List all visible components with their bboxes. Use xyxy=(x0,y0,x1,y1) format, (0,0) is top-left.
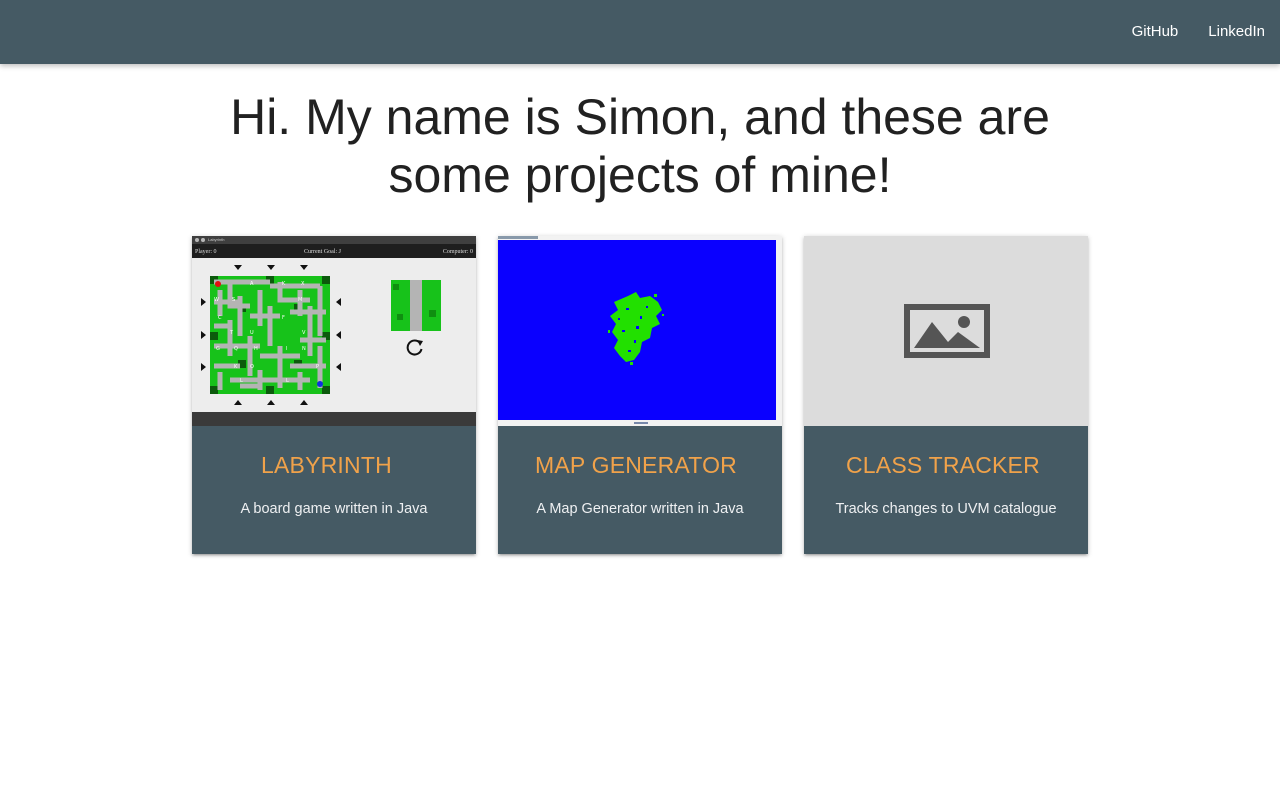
card-description: Tracks changes to UVM catalogue xyxy=(835,501,1057,517)
card-description: A board game written in Java xyxy=(240,501,428,517)
project-card-map-generator[interactable]: MAP GENERATOR A Map Generator written in… xyxy=(498,236,782,554)
nav-links: GitHub LinkedIn xyxy=(1117,0,1280,64)
project-card-class-tracker[interactable]: CLASS TRACKER Tracks changes to UVM cata… xyxy=(804,236,1088,554)
image-placeholder-icon xyxy=(904,304,990,358)
page-heading: Hi. My name is Simon, and these are some… xyxy=(140,88,1140,204)
screenshot-status-text xyxy=(634,422,648,424)
labyrinth-spare-tile xyxy=(391,280,441,331)
top-navbar: GitHub LinkedIn xyxy=(0,0,1280,64)
generated-island xyxy=(608,292,664,365)
card-title[interactable]: MAP GENERATOR xyxy=(535,452,737,478)
screenshot-footer xyxy=(192,412,476,426)
card-title[interactable]: CLASS TRACKER xyxy=(846,452,1040,478)
card-title[interactable]: LABYRINTH xyxy=(261,452,392,478)
heading-line-1: Hi. My name is Simon, and these are xyxy=(230,89,1050,145)
labyrinth-screenshot: Labyrinth Player: 0 Current Goal: J Comp… xyxy=(192,236,476,426)
labyrinth-insert-arrows xyxy=(201,265,341,405)
card-description: A Map Generator written in Java xyxy=(536,501,744,517)
screenshot-window-titlebar xyxy=(498,236,538,239)
rotate-icon xyxy=(406,339,423,356)
map-generator-screenshot xyxy=(498,236,782,426)
heading-line-2: some projects of mine! xyxy=(388,147,892,203)
nav-link-linkedin[interactable]: LinkedIn xyxy=(1193,0,1280,64)
class-tracker-image xyxy=(804,236,1088,426)
project-card-labyrinth[interactable]: Labyrinth Player: 0 Current Goal: J Comp… xyxy=(192,236,476,554)
nav-link-github[interactable]: GitHub xyxy=(1117,0,1194,64)
